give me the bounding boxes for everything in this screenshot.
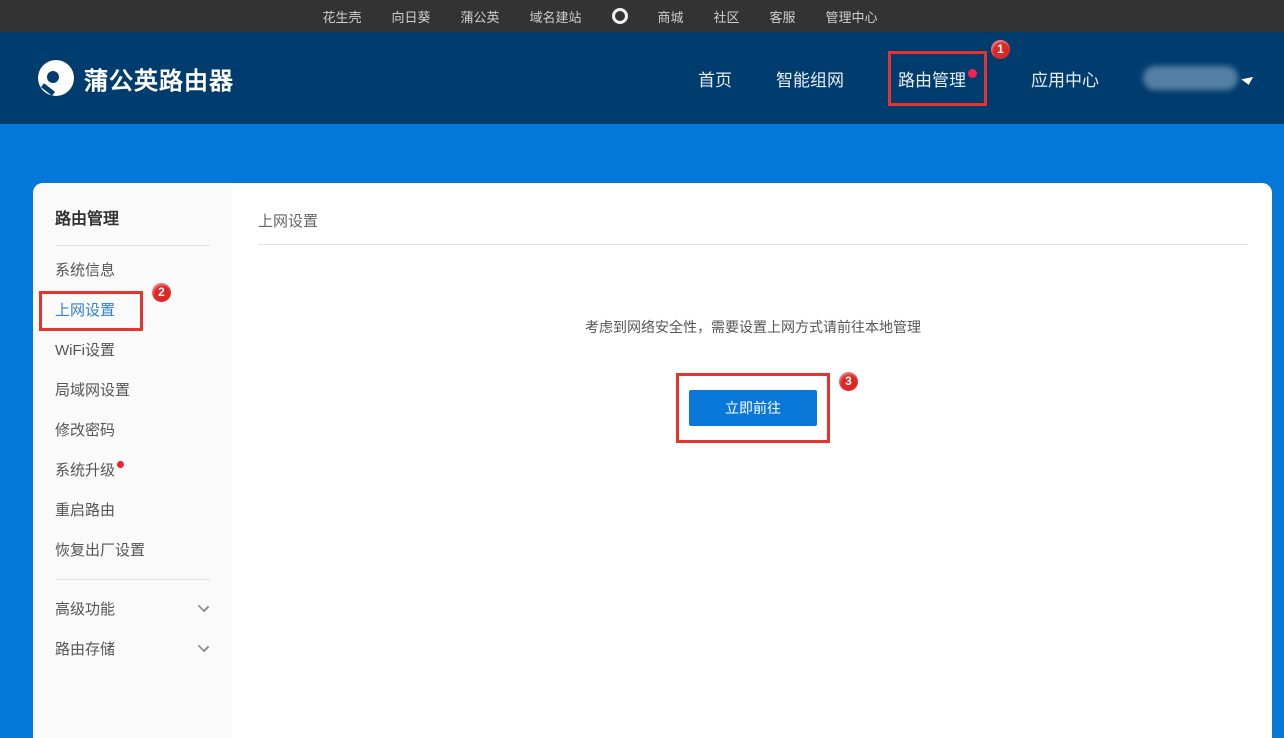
topbar-link-support[interactable]: 客服 xyxy=(770,7,796,26)
chevron-down-icon xyxy=(197,640,210,652)
chevron-down-icon xyxy=(197,600,210,612)
button-row: 立即前往 3 xyxy=(258,372,1248,443)
user-account-menu[interactable] xyxy=(1143,66,1255,90)
sidebar-title: 路由管理 xyxy=(55,211,120,228)
header-nav: 首页 智能组网 路由管理 1 应用中心 xyxy=(698,39,1255,106)
sidebar-group-router-storage[interactable]: 路由存储 xyxy=(33,628,232,668)
pgy-logo-icon xyxy=(38,60,74,96)
user-name-blurred xyxy=(1143,66,1238,90)
update-dot-icon xyxy=(117,461,125,468)
top-service-bar: 花生壳 向日葵 蒲公英 域名建站 商城 社区 客服 管理中心 xyxy=(0,0,1284,32)
annotation-box-step1: 路由管理 1 xyxy=(888,39,1010,106)
nav-router-management[interactable]: 路由管理 xyxy=(898,71,966,90)
go-now-button[interactable]: 立即前往 xyxy=(689,390,817,426)
brand-title: 蒲公英路由器 xyxy=(84,67,234,95)
sidebar: 路由管理 系统信息 上网设置 2 WiFi设置 局域网设置 修改密码 系统升级 … xyxy=(33,183,232,738)
annotation-box-step3: 立即前往 3 xyxy=(676,372,858,443)
sidebar-item-internet-settings[interactable]: 上网设置 2 xyxy=(33,283,232,331)
brand[interactable]: 蒲公英路由器 xyxy=(38,60,234,96)
topbar-link-console[interactable]: 管理中心 xyxy=(826,7,878,26)
topbar-link-sunlogin[interactable]: 向日葵 xyxy=(391,7,430,26)
main-card: 路由管理 系统信息 上网设置 2 WiFi设置 局域网设置 修改密码 系统升级 … xyxy=(33,183,1272,738)
sidebar-item-reboot-router[interactable]: 重启路由 xyxy=(33,491,232,531)
annotation-badge-1: 1 xyxy=(991,39,1010,59)
sidebar-group-advanced-features[interactable]: 高级功能 xyxy=(33,588,232,628)
nav-smart-networking[interactable]: 智能组网 xyxy=(776,66,844,91)
topbar-link-mall[interactable]: 商城 xyxy=(658,7,684,26)
sidebar-item-change-password[interactable]: 修改密码 xyxy=(33,411,232,451)
oray-ring-icon[interactable] xyxy=(611,8,628,24)
sidebar-item-system-upgrade[interactable]: 系统升级 xyxy=(33,451,232,491)
content-panel: 上网设置 考虑到网络安全性，需要设置上网方式请前往本地管理 立即前往 3 xyxy=(232,183,1272,738)
topbar-link-pgy[interactable]: 蒲公英 xyxy=(460,7,499,26)
sidebar-group-label: 高级功能 xyxy=(55,600,116,618)
nav-home[interactable]: 首页 xyxy=(698,66,732,91)
annotation-box-step2 xyxy=(39,291,143,331)
app-header: 蒲公英路由器 首页 智能组网 路由管理 1 应用中心 xyxy=(0,32,1284,124)
topbar-link-hsk[interactable]: 花生壳 xyxy=(322,7,361,26)
page: 花生壳 向日葵 蒲公英 域名建站 商城 社区 客服 管理中心 蒲公英路由器 首页… xyxy=(0,0,1284,738)
annotation-badge-3: 3 xyxy=(839,372,858,391)
sidebar-item-system-info[interactable]: 系统信息 xyxy=(33,251,232,291)
sidebar-divider xyxy=(55,579,210,580)
sidebar-divider xyxy=(55,245,210,246)
page-title: 上网设置 xyxy=(258,213,319,230)
security-notice-text: 考虑到网络安全性，需要设置上网方式请前往本地管理 xyxy=(585,319,921,335)
sidebar-group-label: 路由存储 xyxy=(55,640,116,658)
nav-app-center[interactable]: 应用中心 xyxy=(1031,66,1099,91)
sidebar-item-wifi-settings[interactable]: WiFi设置 xyxy=(33,331,232,371)
content-divider xyxy=(258,244,1248,245)
annotation-badge-2: 2 xyxy=(152,283,171,302)
sidebar-item-label: 系统升级 xyxy=(55,462,116,479)
notification-dot-icon xyxy=(968,68,977,78)
topbar-link-community[interactable]: 社区 xyxy=(714,7,740,26)
chevron-down-icon xyxy=(1241,76,1255,86)
sidebar-item-factory-reset[interactable]: 恢复出厂设置 xyxy=(33,531,232,571)
sidebar-item-lan-settings[interactable]: 局域网设置 xyxy=(33,371,232,411)
topbar-link-domain[interactable]: 域名建站 xyxy=(529,7,581,26)
